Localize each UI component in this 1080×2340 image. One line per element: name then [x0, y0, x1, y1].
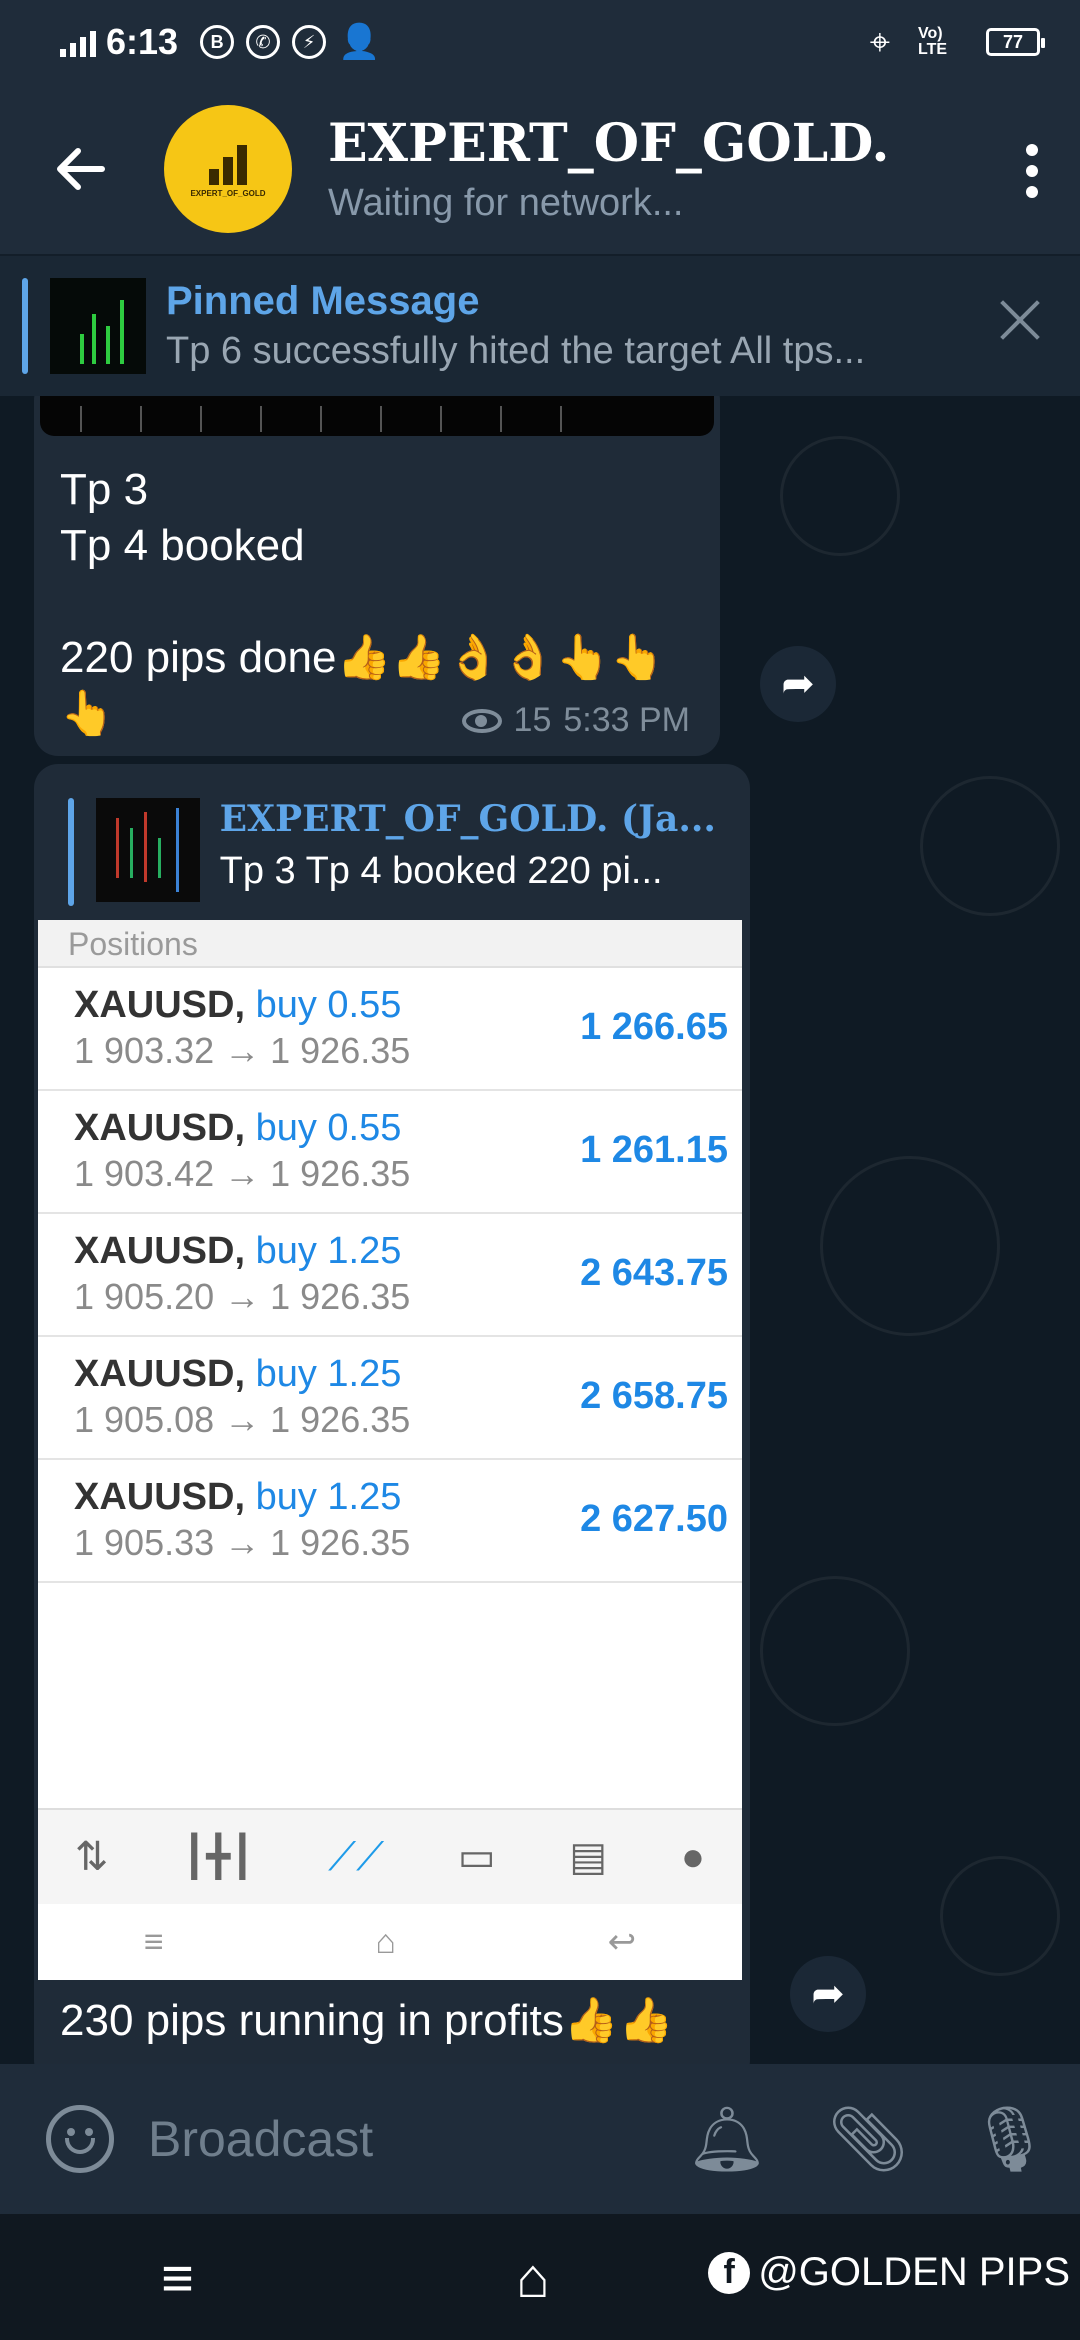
position-row: XAUUSD, buy 1.25 1 905.20 → 1 926.35 2 6…: [38, 1214, 742, 1337]
mt-bottom-nav: ⇅ ┃╋┃ ⟋⟋ ▭ ▤ ●: [38, 1808, 742, 1904]
position-row: XAUUSD, buy 0.55 1 903.32 → 1 926.35 1 2…: [38, 968, 742, 1091]
menu-icon: ≡: [143, 1922, 164, 1961]
status-bar: 6:13 B ✆ ⚡ 👤 ⌖ Vo) LTE 77: [0, 0, 1080, 84]
attach-icon[interactable]: 📎︎: [828, 2102, 909, 2177]
pinned-title: Pinned Message: [166, 279, 480, 323]
pinned-preview: Tp 6 successfully hited the target All t…: [166, 330, 866, 372]
home-icon: ⌂: [375, 1922, 396, 1961]
positions-header: Positions: [38, 920, 742, 968]
pinned-accent-bar: [22, 278, 28, 374]
watermark: f @GOLDEN PIPS: [708, 2250, 1070, 2295]
message-text: 230 pips running in profits👍👍: [60, 1996, 674, 2045]
chart-candles-icon: ┃╋┃: [182, 1835, 255, 1879]
forward-icon[interactable]: ➦: [760, 646, 836, 722]
messenger-icon: ⚡: [292, 25, 327, 59]
chat-header: EXPERT_OF_GOLD EXPERT_OF_GOLD. (Ja Waiti…: [0, 84, 1080, 254]
background-doodle: [920, 776, 1060, 916]
battery-icon: 77: [986, 28, 1045, 56]
back-icon: ↩: [607, 1923, 637, 1961]
whatsapp-icon: ✆: [246, 25, 281, 59]
background-doodle: [940, 1856, 1060, 1976]
back-arrow-icon[interactable]: [52, 139, 112, 199]
watermark-text: @GOLDEN PIPS: [758, 2250, 1070, 2294]
avatar-text: EXPERT_OF_GOLD: [190, 188, 266, 198]
b-notification-icon: B: [200, 25, 235, 59]
quotes-icon: ⇅: [74, 1835, 109, 1879]
pinned-thumbnail: [50, 278, 146, 374]
recents-icon[interactable]: ≡: [161, 2245, 194, 2310]
facebook-icon: f: [708, 2251, 751, 2294]
screenshot-system-nav: ≡ ⌂ ↩: [38, 1904, 742, 1980]
bell-icon[interactable]: 🔔︎: [686, 2102, 767, 2177]
message-input-bar: Broadcast 🔔︎ 📎︎ 🎙︎: [0, 2064, 1080, 2214]
gold-chart-logo-icon: [209, 141, 247, 185]
news-icon: ▤: [569, 1835, 608, 1879]
chart-image-strip[interactable]: [40, 396, 714, 436]
header-titles[interactable]: EXPERT_OF_GOLD. (Ja Waiting for network.…: [328, 113, 908, 225]
home-icon[interactable]: ⌂: [516, 2245, 550, 2310]
chat-icon: ●: [680, 1834, 706, 1879]
message-bubble[interactable]: EXPERT_OF_GOLD. (Ja... Tp 3 Tp 4 booked …: [34, 764, 750, 2064]
message-bubble[interactable]: Tp 3 Tp 4 booked 220 pips done👍👍👌👌👆👆 👆 1…: [34, 396, 720, 756]
add-user-icon: 👤: [338, 23, 381, 61]
channel-title: EXPERT_OF_GOLD. (Ja: [328, 113, 908, 174]
background-doodle: [780, 436, 900, 556]
chat-area[interactable]: Tp 3 Tp 4 booked 220 pips done👍👍👌👌👆👆 👆 1…: [0, 396, 1080, 2064]
message-meta: 15 5:33 PM: [461, 701, 690, 740]
background-doodle: [760, 1576, 910, 1726]
message-text: Tp 3 Tp 4 booked 220 pips done👍👍👌👌👆👆 👆: [60, 465, 666, 738]
pinned-message-bar[interactable]: Pinned Message Tp 6 successfully hited t…: [0, 254, 1080, 396]
positions-screenshot[interactable]: Positions XAUUSD, buy 0.55 1 903.32 → 1 …: [38, 920, 742, 1980]
background-doodle: [820, 1156, 1000, 1336]
reply-preview[interactable]: EXPERT_OF_GOLD. (Ja... Tp 3 Tp 4 booked …: [68, 798, 728, 910]
channel-status: Waiting for network...: [328, 182, 684, 224]
network-label: Vo) LTE: [918, 25, 948, 58]
position-row: XAUUSD, buy 1.25 1 905.33 → 1 926.35 2 6…: [38, 1460, 742, 1583]
reply-text: Tp 3 Tp 4 booked 220 pi...: [219, 850, 663, 892]
view-count: 15: [513, 701, 552, 739]
channel-title-overflow: (Ja: [890, 114, 908, 174]
reply-author: EXPERT_OF_GOLD. (Ja...: [219, 798, 716, 840]
status-time: 6:13: [106, 21, 179, 62]
reply-accent-bar: [68, 798, 74, 906]
signal-icon: [60, 27, 96, 57]
broadcast-input[interactable]: Broadcast: [148, 2110, 373, 2168]
history-inbox-icon: ▭: [457, 1835, 496, 1879]
position-row: XAUUSD, buy 0.55 1 903.42 → 1 926.35 1 2…: [38, 1091, 742, 1214]
position-row: XAUUSD, buy 1.25 1 905.08 → 1 926.35 2 6…: [38, 1337, 742, 1460]
location-icon: ⌖: [869, 20, 890, 62]
more-menu-icon[interactable]: [1026, 144, 1038, 198]
views-icon: [461, 708, 502, 733]
emoji-icon[interactable]: [46, 2105, 114, 2173]
forward-icon[interactable]: ➦: [790, 1956, 866, 2032]
reply-thumbnail: [95, 798, 200, 902]
battery-level: 77: [1002, 31, 1024, 52]
message-time: 5:33 PM: [563, 701, 690, 739]
channel-avatar[interactable]: EXPERT_OF_GOLD: [164, 105, 292, 233]
microphone-icon[interactable]: 🎙︎: [969, 2102, 1050, 2177]
close-pinned-icon[interactable]: [998, 298, 1042, 342]
trade-icon: ⟋⟋: [328, 1834, 385, 1879]
